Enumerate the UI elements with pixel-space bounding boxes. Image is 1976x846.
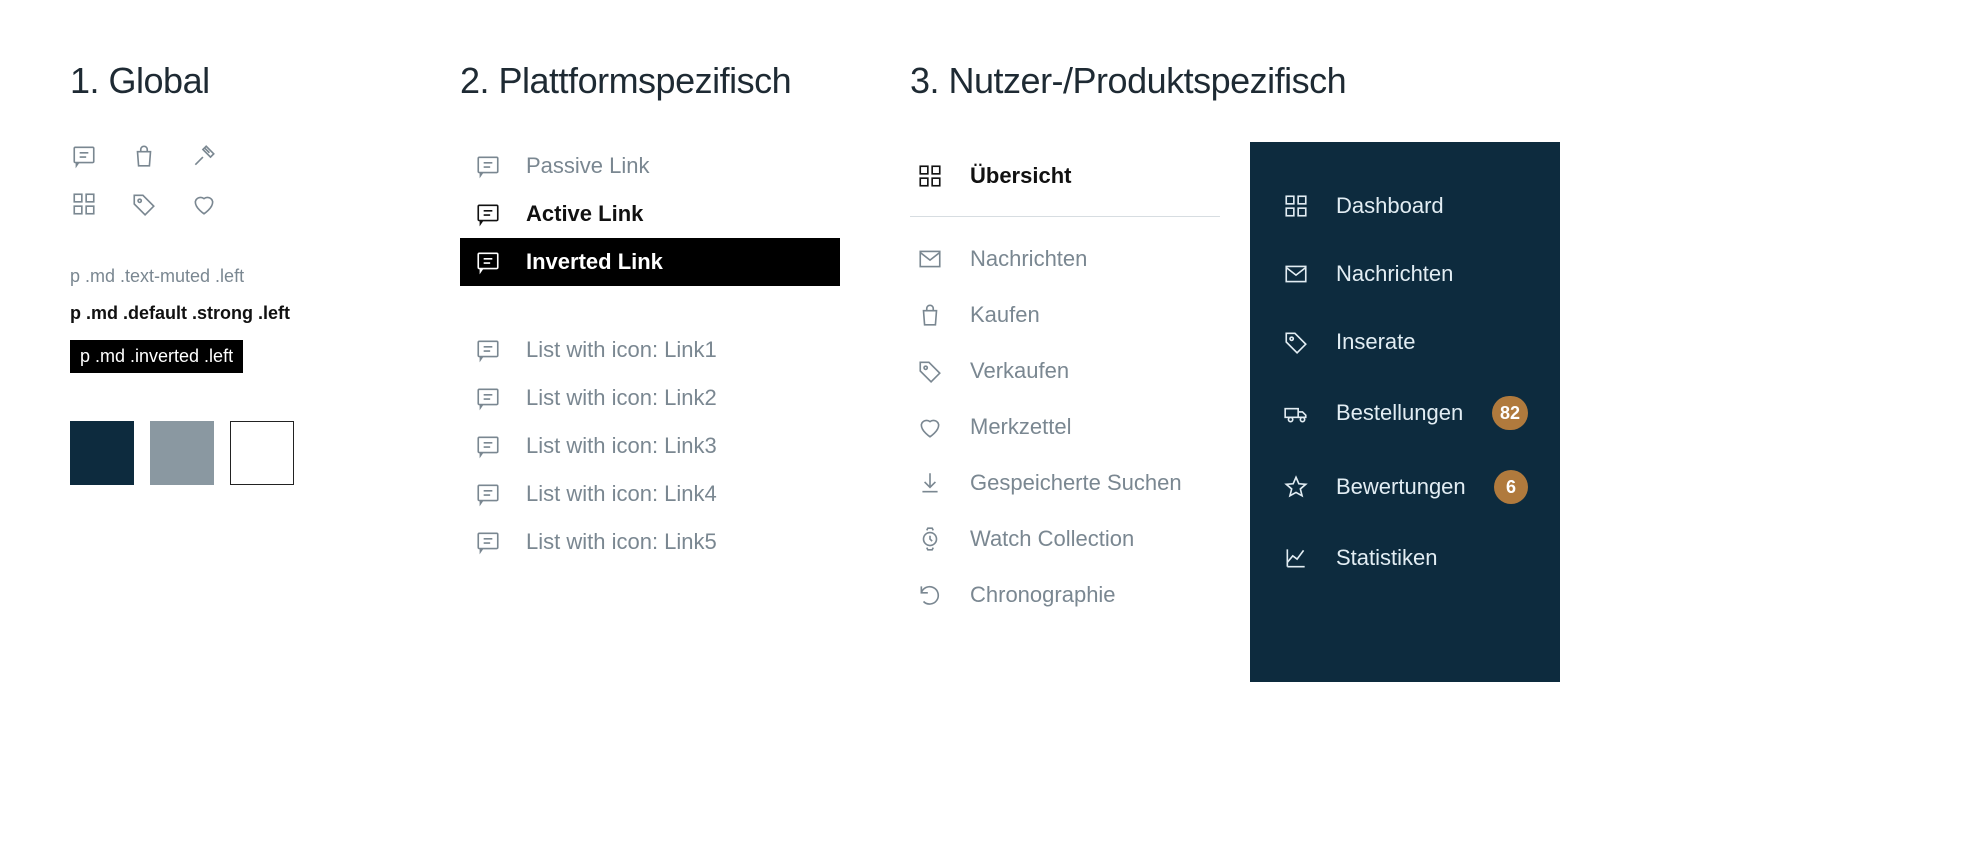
- message-icon: [474, 248, 502, 276]
- dark-nav-stats[interactable]: Statistiken: [1276, 524, 1534, 592]
- swatch-white: [230, 421, 294, 485]
- nav-label: Nachrichten: [1336, 261, 1453, 287]
- nav-messages[interactable]: Nachrichten: [910, 231, 1220, 287]
- nav-overview[interactable]: Übersicht: [910, 148, 1220, 217]
- mail-icon: [1282, 260, 1310, 288]
- global-icon-grid: [70, 142, 390, 218]
- bag-icon: [916, 301, 944, 329]
- list-link[interactable]: List with icon: Link5: [460, 518, 840, 566]
- dashboard-icon: [916, 162, 944, 190]
- link-label: List with icon: Link5: [526, 529, 717, 555]
- section-title-platform: 2. Plattformspezifisch: [460, 60, 840, 102]
- nav-label: Statistiken: [1336, 545, 1438, 571]
- icon-link-list: List with icon: Link1 List with icon: Li…: [460, 326, 840, 566]
- nav-buy[interactable]: Kaufen: [910, 287, 1220, 343]
- message-icon: [474, 480, 502, 508]
- message-icon: [474, 200, 502, 228]
- light-nav: Übersicht Nachrichten Kaufen Verkaufen M…: [910, 142, 1220, 623]
- link-active[interactable]: Active Link: [460, 190, 840, 238]
- section-title-user: 3. Nutzer-/Produktspezifisch: [910, 60, 1906, 102]
- text-spec-strong: p .md .default .strong .left: [70, 303, 390, 324]
- dark-nav-dashboard[interactable]: Dashboard: [1276, 172, 1534, 240]
- tag-icon: [130, 190, 158, 218]
- message-icon: [70, 142, 98, 170]
- link-passive[interactable]: Passive Link: [460, 142, 840, 190]
- bag-icon: [130, 142, 158, 170]
- heart-icon: [916, 413, 944, 441]
- tag-icon: [916, 357, 944, 385]
- list-link[interactable]: List with icon: Link1: [460, 326, 840, 374]
- nav-watch-collection[interactable]: Watch Collection: [910, 511, 1220, 567]
- nav-label: Inserate: [1336, 329, 1416, 355]
- color-swatches: [70, 421, 390, 485]
- text-spec-inverted: p .md .inverted .left: [70, 340, 243, 373]
- dashboard-icon: [70, 190, 98, 218]
- nav-label: Kaufen: [970, 302, 1040, 328]
- dark-nav-messages[interactable]: Nachrichten: [1276, 240, 1534, 308]
- dashboard-icon: [1282, 192, 1310, 220]
- message-icon: [474, 432, 502, 460]
- list-link[interactable]: List with icon: Link2: [460, 374, 840, 422]
- column-global: 1. Global p .md .text-muted .left p .md …: [70, 60, 390, 786]
- link-label: Passive Link: [526, 153, 650, 179]
- message-icon: [474, 336, 502, 364]
- download-icon: [916, 469, 944, 497]
- dark-nav-reviews[interactable]: Bewertungen 6: [1276, 450, 1534, 524]
- list-link[interactable]: List with icon: Link3: [460, 422, 840, 470]
- heart-icon: [190, 190, 218, 218]
- nav-label: Merkzettel: [970, 414, 1071, 440]
- chart-icon: [1282, 544, 1310, 572]
- link-label: List with icon: Link2: [526, 385, 717, 411]
- gavel-icon: [190, 142, 218, 170]
- nav-watchlist[interactable]: Merkzettel: [910, 399, 1220, 455]
- nav-label: Chronographie: [970, 582, 1116, 608]
- list-link[interactable]: List with icon: Link4: [460, 470, 840, 518]
- badge-reviews: 6: [1494, 470, 1528, 504]
- nav-label: Verkaufen: [970, 358, 1069, 384]
- link-inverted[interactable]: Inverted Link: [460, 238, 840, 286]
- nav-label: Watch Collection: [970, 526, 1134, 552]
- nav-saved-searches[interactable]: Gespeicherte Suchen: [910, 455, 1220, 511]
- column-user: 3. Nutzer-/Produktspezifisch Übersicht N…: [910, 60, 1906, 786]
- dark-nav: Dashboard Nachrichten Inserate Bestellun…: [1250, 142, 1560, 682]
- badge-orders: 82: [1492, 396, 1528, 430]
- nav-label: Bestellungen: [1336, 400, 1463, 426]
- column-platform: 2. Plattformspezifisch Passive Link Acti…: [460, 60, 840, 786]
- text-spec-muted: p .md .text-muted .left: [70, 266, 390, 287]
- dark-nav-listings[interactable]: Inserate: [1276, 308, 1534, 376]
- link-label: List with icon: Link3: [526, 433, 717, 459]
- nav-label: Übersicht: [970, 163, 1071, 189]
- nav-sell[interactable]: Verkaufen: [910, 343, 1220, 399]
- star-icon: [1282, 473, 1310, 501]
- tag-icon: [1282, 328, 1310, 356]
- nav-label: Bewertungen: [1336, 474, 1466, 500]
- dark-nav-orders[interactable]: Bestellungen 82: [1276, 376, 1534, 450]
- watch-icon: [916, 525, 944, 553]
- nav-label: Dashboard: [1336, 193, 1444, 219]
- link-label: List with icon: Link1: [526, 337, 717, 363]
- swatch-gray: [150, 421, 214, 485]
- truck-icon: [1282, 399, 1310, 427]
- nav-label: Gespeicherte Suchen: [970, 470, 1182, 496]
- undo-icon: [916, 581, 944, 609]
- mail-icon: [916, 245, 944, 273]
- swatch-dark: [70, 421, 134, 485]
- message-icon: [474, 152, 502, 180]
- nav-label: Nachrichten: [970, 246, 1087, 272]
- link-label: Inverted Link: [526, 249, 663, 275]
- message-icon: [474, 528, 502, 556]
- nav-chronography[interactable]: Chronographie: [910, 567, 1220, 623]
- link-label: Active Link: [526, 201, 643, 227]
- link-label: List with icon: Link4: [526, 481, 717, 507]
- message-icon: [474, 384, 502, 412]
- section-title-global: 1. Global: [70, 60, 390, 102]
